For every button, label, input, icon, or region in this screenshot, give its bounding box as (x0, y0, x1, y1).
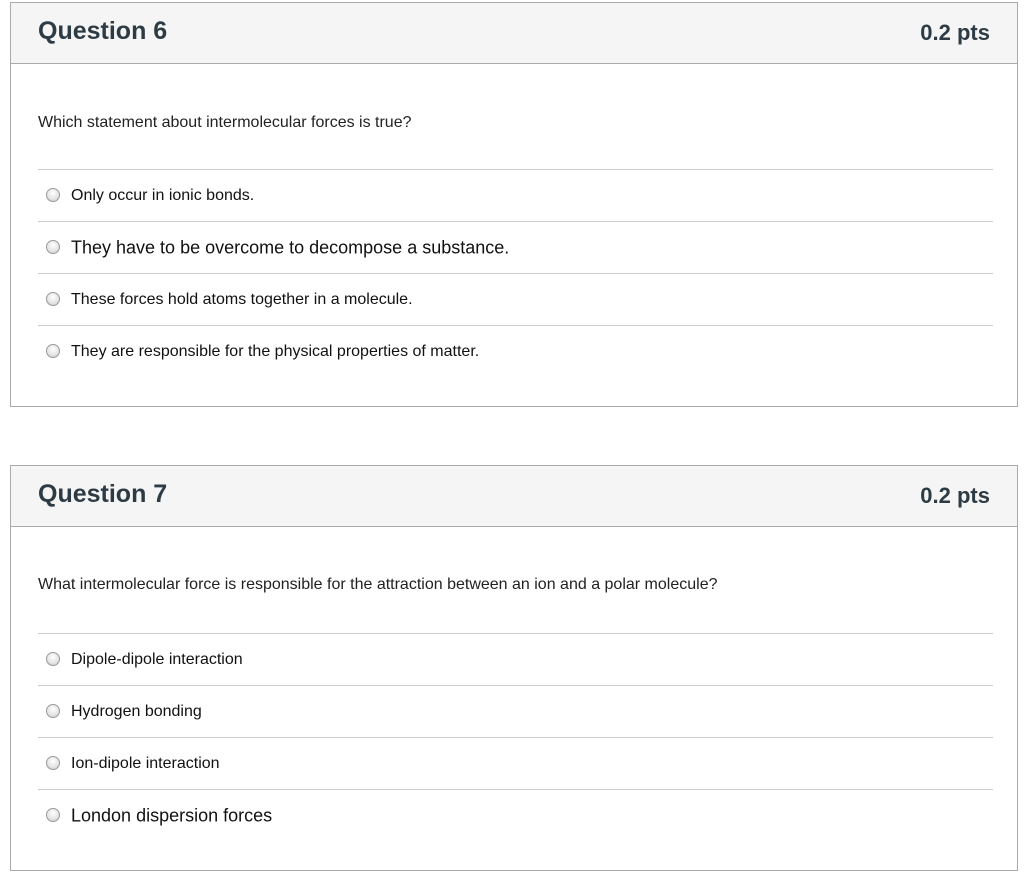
question-header: Question 7 0.2 pts (11, 466, 1017, 527)
answer-option[interactable]: London dispersion forces (38, 789, 993, 841)
answer-label[interactable]: These forces hold atoms together in a mo… (71, 291, 413, 309)
answer-list: Dipole-dipole interaction Hydrogen bondi… (38, 633, 993, 841)
question-header: Question 6 0.2 pts (11, 3, 1017, 64)
question-text: Which statement about intermolecular for… (38, 114, 412, 131)
question-card-6: Question 6 0.2 pts Which statement about… (10, 2, 1018, 407)
radio-button[interactable] (46, 703, 60, 718)
answer-label[interactable]: Ion-dipole interaction (71, 755, 220, 773)
radio-button[interactable] (46, 651, 60, 666)
question-title: Question 6 (38, 17, 168, 45)
answer-option[interactable]: Hydrogen bonding (38, 685, 993, 737)
answer-label[interactable]: Only occur in ionic bonds. (71, 187, 254, 205)
question-points: 0.2 pts (920, 20, 990, 45)
radio-button[interactable] (46, 755, 60, 770)
question-card-7: Question 7 0.2 pts What intermolecular f… (10, 465, 1018, 871)
question-title: Question 7 (38, 480, 168, 508)
answer-label[interactable]: London dispersion forces (71, 805, 272, 826)
answer-label[interactable]: They have to be overcome to decompose a … (71, 237, 509, 258)
answer-label[interactable]: Dipole-dipole interaction (71, 651, 243, 669)
question-text: What intermolecular force is responsible… (38, 576, 718, 593)
radio-button[interactable] (46, 343, 60, 358)
answer-option[interactable]: They are responsible for the physical pr… (38, 325, 993, 377)
answer-option[interactable]: Only occur in ionic bonds. (38, 169, 993, 221)
answer-option[interactable]: They have to be overcome to decompose a … (38, 221, 993, 273)
radio-button[interactable] (46, 239, 60, 254)
radio-button[interactable] (46, 187, 60, 202)
answer-option[interactable]: These forces hold atoms together in a mo… (38, 273, 993, 325)
answer-option[interactable]: Ion-dipole interaction (38, 737, 993, 789)
question-points: 0.2 pts (920, 483, 990, 508)
answer-option[interactable]: Dipole-dipole interaction (38, 633, 993, 685)
answer-label[interactable]: They are responsible for the physical pr… (71, 343, 479, 361)
radio-button[interactable] (46, 291, 60, 306)
radio-button[interactable] (46, 807, 60, 822)
answer-label[interactable]: Hydrogen bonding (71, 703, 202, 721)
answer-list: Only occur in ionic bonds. They have to … (38, 169, 993, 377)
